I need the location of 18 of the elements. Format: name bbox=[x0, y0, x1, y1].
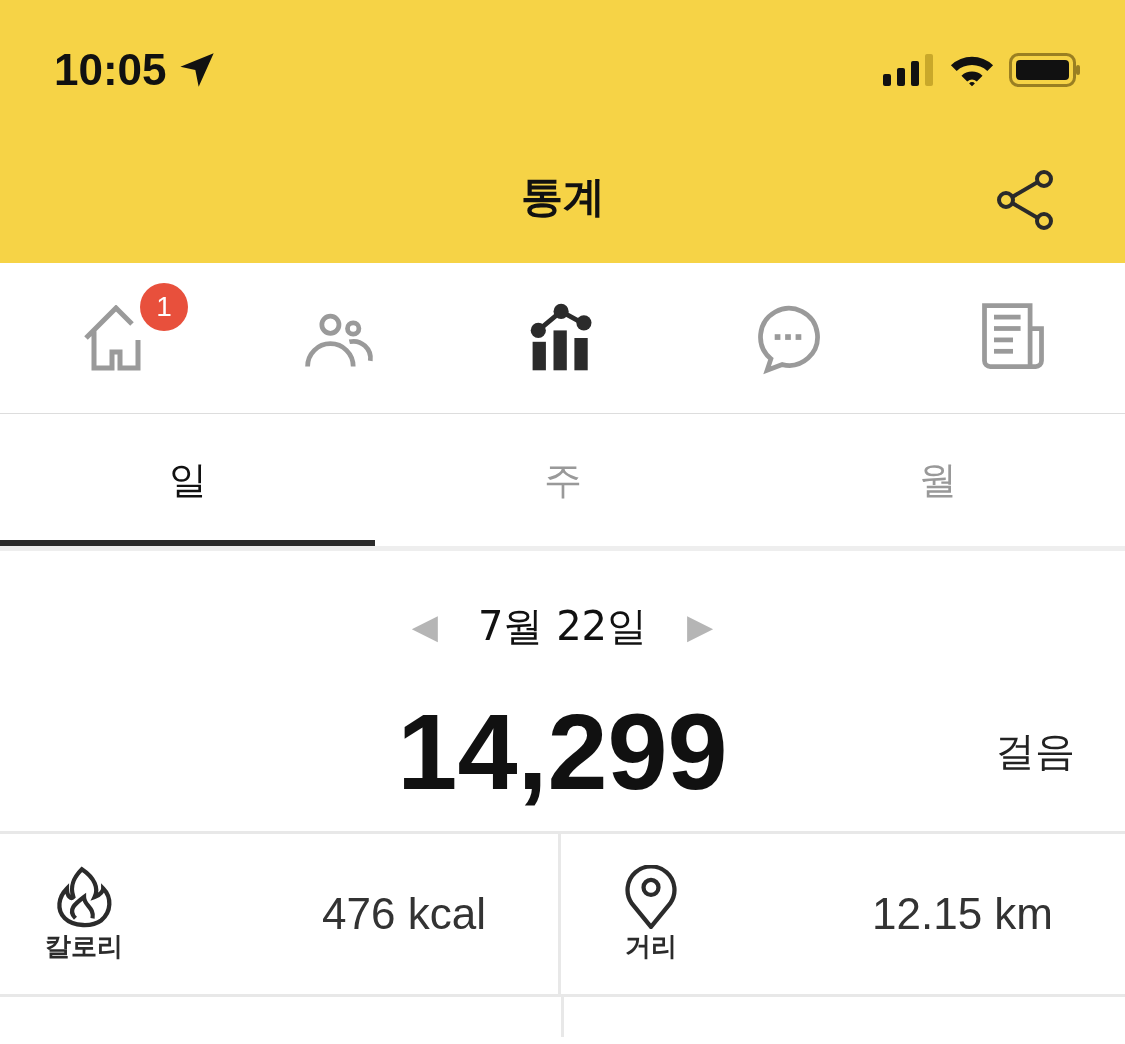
previous-day-button[interactable]: ◀ bbox=[411, 606, 438, 646]
notification-badge: 1 bbox=[140, 283, 188, 331]
battery-icon bbox=[1009, 53, 1081, 87]
period-tab[interactable]: 월 bbox=[750, 414, 1125, 546]
home-icon[interactable] bbox=[82, 305, 143, 371]
date-label: 7월 22일 bbox=[477, 601, 648, 651]
stat-label: 거리 bbox=[625, 929, 677, 963]
next-day-button[interactable]: ▶ bbox=[687, 606, 714, 646]
stat-label: 칼로리 bbox=[45, 929, 123, 963]
stat-value: 12.15 km bbox=[872, 889, 1053, 939]
signal-icon bbox=[883, 54, 935, 86]
screen-title: 통계 bbox=[520, 170, 605, 223]
step-unit: 걸음 bbox=[995, 726, 1075, 776]
status-time: 10:05 bbox=[54, 45, 167, 95]
stat-value: 476 kcal bbox=[322, 889, 486, 939]
period-tab[interactable]: 일 bbox=[0, 414, 375, 546]
step-count: 14,299 bbox=[397, 689, 728, 814]
period-tab[interactable]: 주 bbox=[375, 414, 750, 546]
